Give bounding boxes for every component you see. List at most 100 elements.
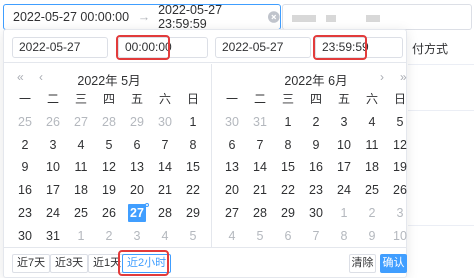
day-cell[interactable]: 11 — [358, 134, 386, 157]
day-cell[interactable]: 15 — [274, 156, 302, 179]
day-cell[interactable]: 31 — [39, 225, 67, 248]
range-start-value[interactable]: 2022-05-27 00:00:00 — [13, 10, 135, 24]
day-cell[interactable]: 1 — [330, 202, 358, 225]
confirm-button[interactable]: 确认 — [380, 254, 407, 273]
day-cell[interactable]: 16 — [11, 179, 39, 202]
day-cell-selected[interactable]: 27 — [123, 202, 151, 225]
day-cell[interactable]: 29 — [179, 202, 207, 225]
day-cell[interactable]: 20 — [123, 179, 151, 202]
day-cell[interactable]: 1 — [67, 225, 95, 248]
day-cell[interactable]: 28 — [95, 111, 123, 134]
day-cell[interactable]: 23 — [11, 202, 39, 225]
day-cell[interactable]: 17 — [330, 156, 358, 179]
day-cell[interactable]: 9 — [358, 225, 386, 248]
day-cell[interactable]: 10 — [386, 225, 414, 248]
day-cell[interactable]: 28 — [151, 202, 179, 225]
shortcut-7-days-button[interactable]: 近7天 — [12, 254, 51, 273]
day-cell[interactable]: 2 — [358, 202, 386, 225]
day-cell[interactable]: 22 — [179, 179, 207, 202]
day-cell[interactable]: 7 — [246, 134, 274, 157]
day-cell[interactable]: 26 — [95, 202, 123, 225]
day-cell[interactable]: 9 — [302, 134, 330, 157]
day-cell[interactable]: 1 — [274, 111, 302, 134]
day-cell[interactable]: 5 — [179, 225, 207, 248]
day-cell[interactable]: 10 — [39, 156, 67, 179]
day-cell[interactable]: 2 — [11, 134, 39, 157]
day-cell[interactable]: 5 — [246, 225, 274, 248]
day-cell[interactable]: 30 — [302, 202, 330, 225]
day-cell[interactable]: 10 — [330, 134, 358, 157]
day-cell[interactable]: 24 — [330, 179, 358, 202]
day-cell[interactable]: 24 — [39, 202, 67, 225]
day-cell[interactable]: 21 — [151, 179, 179, 202]
day-cell[interactable]: 22 — [274, 179, 302, 202]
day-cell[interactable]: 3 — [386, 202, 414, 225]
day-cell[interactable]: 28 — [246, 202, 274, 225]
next-month-icon[interactable]: › — [380, 71, 384, 83]
day-cell[interactable]: 23 — [302, 179, 330, 202]
day-number: 9 — [368, 228, 376, 243]
shortcut-3-days-button[interactable]: 近3天 — [50, 254, 89, 273]
day-cell[interactable]: 12 — [386, 134, 414, 157]
day-cell[interactable]: 14 — [246, 156, 274, 179]
day-cell[interactable]: 19 — [386, 156, 414, 179]
day-cell[interactable]: 18 — [358, 156, 386, 179]
day-cell[interactable]: 7 — [302, 225, 330, 248]
day-cell[interactable]: 2 — [95, 225, 123, 248]
range-end-value[interactable]: 2022-05-27 23:59:59 — [158, 3, 264, 31]
day-cell[interactable]: 16 — [302, 156, 330, 179]
day-cell[interactable]: 11 — [67, 156, 95, 179]
day-cell[interactable]: 4 — [67, 134, 95, 157]
day-cell[interactable]: 4 — [218, 225, 246, 248]
day-cell[interactable]: 6 — [274, 225, 302, 248]
day-cell[interactable]: 15 — [179, 156, 207, 179]
day-cell[interactable]: 13 — [123, 156, 151, 179]
day-cell[interactable]: 20 — [218, 179, 246, 202]
day-cell[interactable]: 17 — [39, 179, 67, 202]
clear-button[interactable]: 清除 — [349, 254, 376, 273]
day-cell[interactable]: 29 — [123, 111, 151, 134]
day-cell[interactable]: 29 — [274, 202, 302, 225]
date-range-input[interactable]: 2022-05-27 00:00:00 → 2022-05-27 23:59:5… — [3, 3, 281, 31]
day-cell[interactable]: 12 — [95, 156, 123, 179]
day-cell[interactable]: 30 — [11, 225, 39, 248]
week-row: 6 7 8 9 10 11 12 — [218, 134, 414, 157]
day-cell[interactable]: 9 — [11, 156, 39, 179]
end-date-input[interactable]: 2022-05-27 — [215, 37, 311, 58]
day-cell[interactable]: 6 — [123, 134, 151, 157]
day-cell[interactable]: 2 — [302, 111, 330, 134]
day-cell[interactable]: 31 — [246, 111, 274, 134]
day-cell[interactable]: 4 — [358, 111, 386, 134]
day-cell[interactable]: 3 — [39, 134, 67, 157]
day-cell[interactable]: 6 — [218, 134, 246, 157]
day-cell[interactable]: 3 — [330, 111, 358, 134]
day-cell[interactable]: 27 — [67, 111, 95, 134]
day-cell[interactable]: 18 — [67, 179, 95, 202]
day-cell[interactable]: 8 — [274, 134, 302, 157]
clear-circle-icon[interactable] — [268, 11, 280, 23]
next-year-icon[interactable]: » — [400, 71, 407, 83]
day-cell[interactable]: 8 — [330, 225, 358, 248]
day-number: 27 — [225, 205, 239, 220]
day-number: 6 — [284, 228, 292, 243]
day-cell[interactable]: 3 — [123, 225, 151, 248]
day-cell[interactable]: 8 — [179, 134, 207, 157]
day-cell[interactable]: 4 — [151, 225, 179, 248]
day-cell[interactable]: 14 — [151, 156, 179, 179]
day-cell[interactable]: 1 — [179, 111, 207, 134]
day-cell[interactable]: 21 — [246, 179, 274, 202]
day-cell[interactable]: 25 — [358, 179, 386, 202]
day-cell[interactable]: 19 — [95, 179, 123, 202]
start-date-input[interactable]: 2022-05-27 — [12, 37, 108, 58]
day-cell[interactable]: 27 — [218, 202, 246, 225]
day-cell[interactable]: 13 — [218, 156, 246, 179]
day-cell[interactable]: 5 — [386, 111, 414, 134]
day-cell[interactable]: 7 — [151, 134, 179, 157]
day-cell[interactable]: 26 — [39, 111, 67, 134]
day-cell[interactable]: 25 — [11, 111, 39, 134]
day-cell[interactable]: 30 — [218, 111, 246, 134]
day-cell[interactable]: 26 — [386, 179, 414, 202]
day-cell[interactable]: 25 — [67, 202, 95, 225]
day-cell[interactable]: 30 — [151, 111, 179, 134]
day-cell[interactable]: 5 — [95, 134, 123, 157]
